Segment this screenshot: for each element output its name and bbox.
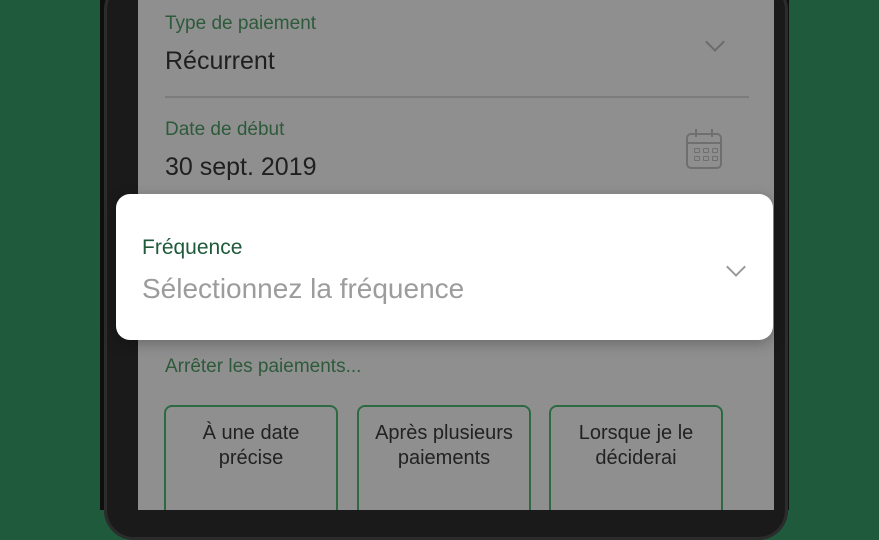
divider bbox=[165, 96, 749, 98]
start-date-value: 30 sept. 2019 bbox=[165, 153, 317, 181]
option-specific-date-label: À une date précise bbox=[202, 422, 300, 469]
option-after-payments-button[interactable]: Après plusieurs paiements bbox=[357, 405, 531, 510]
option-until-i-decide-button[interactable]: Lorsque je le déciderai bbox=[549, 405, 723, 510]
calendar-icon[interactable] bbox=[686, 129, 722, 169]
payment-type-label: Type de paiement bbox=[165, 13, 317, 34]
chevron-down-icon[interactable] bbox=[705, 32, 725, 52]
payment-type-value: Récurrent bbox=[165, 47, 275, 75]
frequency-placeholder: Sélectionnez la fréquence bbox=[142, 273, 465, 304]
frequency-label: Fréquence bbox=[142, 236, 243, 259]
stop-payments-label: Arrêter les paiements... bbox=[165, 356, 362, 377]
option-until-i-decide-label: Lorsque je le déciderai bbox=[578, 422, 694, 469]
option-after-payments-label: Après plusieurs paiements bbox=[375, 422, 513, 469]
option-specific-date-button[interactable]: À une date précise bbox=[164, 405, 338, 510]
frequency-select[interactable]: Fréquence Sélectionnez la fréquence bbox=[116, 194, 773, 340]
chevron-down-icon[interactable] bbox=[726, 257, 746, 277]
start-date-label: Date de début bbox=[165, 119, 285, 140]
